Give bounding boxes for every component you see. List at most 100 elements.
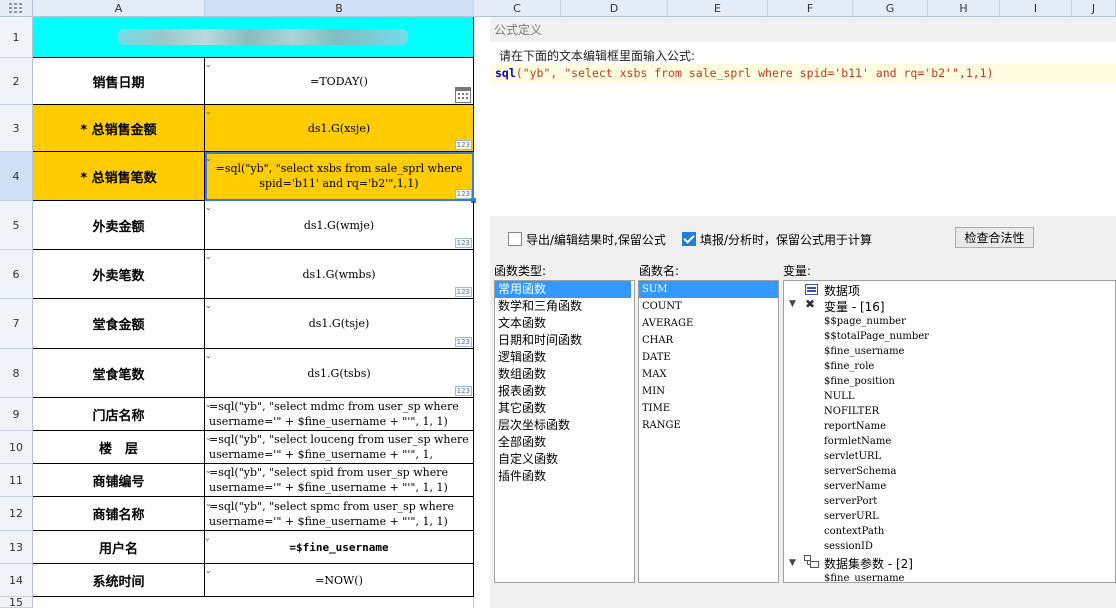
col-header-g[interactable]: G [853, 0, 928, 17]
variable-item[interactable]: serverPort [824, 494, 877, 509]
col-header-a[interactable]: A [33, 0, 205, 17]
variable-item[interactable]: $fine_username [824, 344, 904, 359]
label-floor[interactable]: 楼 层 [33, 431, 205, 464]
row-header-15[interactable]: 15 [0, 596, 33, 609]
title-cell[interactable] [33, 17, 474, 58]
variable-item[interactable]: contextPath [824, 524, 884, 539]
function-name-item[interactable]: SUM [639, 281, 778, 298]
variable-item[interactable]: $$page_number [824, 314, 906, 329]
function-type-item[interactable]: 文本函数 [495, 315, 634, 332]
function-type-item[interactable]: 数组函数 [495, 366, 634, 383]
col-header-d[interactable]: D [561, 0, 668, 17]
row-header-12[interactable]: 12 [0, 497, 33, 531]
row-header-9[interactable]: 9 [0, 398, 33, 431]
formula-text[interactable]: sql("yb", "select xsbs from sale_sprl wh… [495, 66, 994, 80]
col-header-e[interactable]: E [668, 0, 768, 17]
variable-item[interactable]: reportName [824, 419, 886, 434]
function-type-item[interactable]: 自定义函数 [495, 451, 634, 468]
variable-item[interactable]: NULL [824, 389, 854, 404]
cell-b3[interactable]: ⌄ ds1.G(xsje) 123 [205, 105, 474, 152]
function-type-item[interactable]: 插件函数 [495, 468, 634, 485]
function-type-item[interactable]: 全部函数 [495, 434, 634, 451]
cell-b2[interactable]: ⌄ =TODAY() [205, 58, 474, 105]
cell-b9[interactable]: ⌄ =sql("yb", "select mdmc from user_sp w… [205, 398, 474, 431]
cell-b8[interactable]: ⌄ ds1.G(tsbs) 123 [205, 349, 474, 398]
label-system-time[interactable]: 系统时间 [33, 564, 205, 597]
cell-b5[interactable]: ⌄ ds1.G(wmje) 123 [205, 201, 474, 250]
tree-node-data-items[interactable]: 数据项 [824, 282, 860, 299]
empty-row-15[interactable] [33, 597, 474, 608]
col-header-b[interactable]: B [205, 0, 474, 17]
label-store-name[interactable]: 门店名称 [33, 398, 205, 431]
function-name-list[interactable]: SUM COUNT AVERAGE CHAR DATE MAX MIN TIME… [638, 280, 779, 583]
row-header-6[interactable]: 6 [0, 250, 33, 299]
row-header-10[interactable]: 10 [0, 431, 33, 464]
label-sales-date[interactable]: 销售日期 [33, 58, 205, 105]
variable-item[interactable]: servletURL [824, 449, 881, 464]
col-header-i[interactable]: I [1000, 0, 1072, 17]
function-name-item[interactable]: TIME [639, 400, 778, 417]
function-name-item[interactable]: DATE [639, 349, 778, 366]
variable-item[interactable]: formletName [824, 434, 891, 449]
row-header-8[interactable]: 8 [0, 349, 33, 398]
label-takeout-count[interactable]: 外卖笔数 [33, 250, 205, 299]
check-validity-button[interactable]: 检查合法性 [955, 227, 1034, 248]
function-type-item[interactable]: 逻辑函数 [495, 349, 634, 366]
function-type-item[interactable]: 数学和三角函数 [495, 298, 634, 315]
row-header-11[interactable]: 11 [0, 464, 33, 497]
label-total-sales-amount[interactable]: * 总销售金额 [33, 105, 205, 152]
checkbox-keep-formula-export[interactable] [508, 232, 522, 246]
col-header-h[interactable]: H [928, 0, 1000, 17]
cell-b12[interactable]: ⌄ =sql("yb", "select spmc from user_sp w… [205, 497, 474, 531]
collapse-arrow-icon[interactable]: ▼ [789, 558, 796, 568]
variable-item[interactable]: sessionID [824, 539, 873, 554]
collapse-arrow-icon[interactable]: ▼ [789, 299, 796, 309]
function-type-item[interactable]: 报表函数 [495, 383, 634, 400]
variable-item[interactable]: NOFILTER [824, 404, 879, 419]
row-header-4[interactable]: 4 [0, 152, 33, 201]
function-type-item[interactable]: 日期和时间函数 [495, 332, 634, 349]
select-all-corner[interactable] [0, 0, 33, 17]
cell-b14[interactable]: ⌄ =NOW() [205, 564, 474, 597]
variable-item[interactable]: serverSchema [824, 464, 896, 479]
function-name-item[interactable]: RANGE [639, 417, 778, 434]
variable-item[interactable]: serverURL [824, 509, 879, 524]
cell-b13[interactable]: ⌄ =$fine_username [205, 531, 474, 564]
label-username[interactable]: 用户名 [33, 531, 205, 564]
function-name-item[interactable]: MIN [639, 383, 778, 400]
label-dinein-count[interactable]: 堂食笔数 [33, 349, 205, 398]
cell-b10[interactable]: ⌄ =sql("yb", "select louceng from user_s… [205, 431, 474, 464]
row-header-7[interactable]: 7 [0, 299, 33, 349]
col-header-j[interactable]: J [1072, 0, 1116, 17]
row-header-3[interactable]: 3 [0, 105, 33, 152]
function-type-item[interactable]: 其它函数 [495, 400, 634, 417]
label-total-sales-count[interactable]: * 总销售笔数 [33, 152, 205, 201]
label-shop-name[interactable]: 商铺名称 [33, 497, 205, 531]
function-name-item[interactable]: AVERAGE [639, 315, 778, 332]
variable-tree[interactable]: 数据项 ▼ ✖ 变量 - [16] $$page_number $$totalP… [783, 280, 1116, 583]
row-header-2[interactable]: 2 [0, 58, 33, 105]
col-header-f[interactable]: F [768, 0, 853, 17]
cell-b4-selected[interactable]: ⌄ =sql("yb", "select xsbs from sale_sprl… [205, 152, 476, 203]
label-shop-id[interactable]: 商铺编号 [33, 464, 205, 497]
cell-b6[interactable]: ⌄ ds1.G(wmbs) 123 [205, 250, 474, 299]
dataset-param-item[interactable]: $fine_username [824, 571, 904, 582]
row-header-5[interactable]: 5 [0, 201, 33, 250]
function-type-item[interactable]: 常用函数 [495, 281, 631, 298]
row-header-1[interactable]: 1 [0, 17, 33, 58]
col-header-c[interactable]: C [474, 0, 561, 17]
label-dinein-amount[interactable]: 堂食金额 [33, 299, 205, 349]
variable-item[interactable]: $fine_role [824, 359, 874, 374]
variable-item[interactable]: $fine_position [824, 374, 895, 389]
variable-item[interactable]: serverName [824, 479, 886, 494]
function-name-item[interactable]: CHAR [639, 332, 778, 349]
cell-b11[interactable]: ⌄ =sql("yb", "select spid from user_sp w… [205, 464, 474, 497]
function-type-item[interactable]: 层次坐标函数 [495, 417, 634, 434]
checkbox-keep-formula-calc[interactable] [682, 232, 696, 246]
variable-item[interactable]: $$totalPage_number [824, 329, 929, 344]
tree-node-variables[interactable]: 变量 - [16] [824, 298, 885, 315]
function-name-item[interactable]: MAX [639, 366, 778, 383]
cell-b7[interactable]: ⌄ ds1.G(tsje) 123 [205, 299, 474, 349]
function-name-item[interactable]: COUNT [639, 298, 778, 315]
tree-node-dataset-params[interactable]: 数据集参数 - [2] [824, 555, 913, 572]
